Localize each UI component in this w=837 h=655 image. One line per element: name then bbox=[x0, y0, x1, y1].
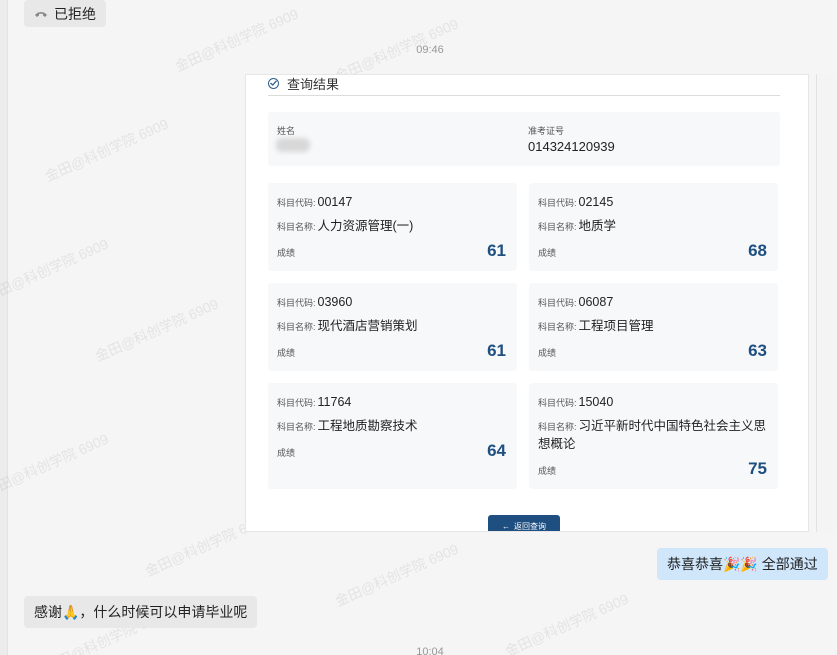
subject-name: 人力资源管理(一) bbox=[317, 219, 414, 233]
ticket-value: 014324120939 bbox=[528, 139, 615, 154]
score-label: 成绩 bbox=[277, 248, 296, 258]
result-card-image[interactable]: 查询结果 姓名 准考证号 014324120939 科目代码: 00147 科目名… bbox=[245, 74, 809, 532]
subject-label: 科目名称: bbox=[277, 322, 316, 332]
watermark: 金田@科创学院 6909 bbox=[42, 115, 171, 185]
card-side-panel bbox=[816, 74, 837, 532]
subject-name: 工程地质勘察技术 bbox=[317, 419, 418, 433]
subject-card: 科目代码: 15040 科目名称: 习近平新时代中国特色社会主义思想概论 成绩 75 bbox=[529, 383, 778, 489]
watermark: 金田@科创学院 6909 bbox=[172, 5, 301, 75]
score-value: 68 bbox=[748, 241, 767, 260]
subject-name: 现代酒店营销策划 bbox=[317, 319, 418, 333]
subject-label: 科目名称: bbox=[538, 322, 577, 332]
timestamp: 10:04 bbox=[416, 646, 444, 655]
score-value: 61 bbox=[487, 341, 506, 360]
card-title: 查询结果 bbox=[287, 76, 340, 92]
subject-card: 科目代码: 00147 科目名称: 人力资源管理(一) 成绩 61 bbox=[268, 183, 517, 271]
blurred-name bbox=[276, 138, 310, 152]
back-button-label: 返回查询 bbox=[514, 521, 546, 531]
code-label: 科目代码: bbox=[277, 398, 316, 408]
sent-message-bubble[interactable]: 恭喜恭喜🎉🎉 全部通过 bbox=[657, 548, 828, 580]
score-value: 75 bbox=[748, 459, 767, 478]
score-label: 成绩 bbox=[277, 448, 296, 458]
score-value: 61 bbox=[487, 241, 506, 260]
subject-label: 科目名称: bbox=[277, 422, 316, 432]
rejected-call-bubble[interactable]: 已拒绝 bbox=[24, 0, 106, 27]
card-header: 查询结果 bbox=[268, 75, 780, 96]
received-message-text: 感谢🙏，什么时候可以申请毕业呢 bbox=[34, 604, 248, 620]
subject-card: 科目代码: 02145 科目名称: 地质学 成绩 68 bbox=[529, 183, 778, 271]
score-label: 成绩 bbox=[538, 248, 557, 258]
score-value: 64 bbox=[487, 441, 506, 460]
subject-name: 工程项目管理 bbox=[578, 319, 654, 333]
name-label: 姓名 bbox=[277, 126, 296, 136]
candidate-info: 姓名 准考证号 014324120939 bbox=[268, 112, 780, 166]
phone-hangup-icon bbox=[34, 9, 48, 19]
subject-card: 科目代码: 06087 科目名称: 工程项目管理 成绩 63 bbox=[529, 283, 778, 371]
sent-message-text: 恭喜恭喜🎉🎉 全部通过 bbox=[667, 556, 818, 572]
watermark: 金田@科创学院 6909 bbox=[0, 235, 111, 305]
subject-code: 06087 bbox=[578, 295, 614, 309]
watermark: 金田@科创学院 6909 bbox=[332, 540, 461, 610]
score-value: 63 bbox=[748, 341, 767, 360]
subject-label: 科目名称: bbox=[277, 222, 316, 232]
subject-code: 03960 bbox=[317, 295, 353, 309]
subject-code: 02145 bbox=[578, 195, 614, 209]
arrow-left-icon: ← bbox=[502, 521, 510, 531]
subject-label: 科目名称: bbox=[538, 222, 577, 232]
subject-code: 15040 bbox=[578, 395, 614, 409]
score-label: 成绩 bbox=[277, 348, 296, 358]
rejected-label: 已拒绝 bbox=[54, 5, 96, 22]
back-to-query-button[interactable]: ← 返回查询 bbox=[488, 515, 560, 531]
score-label: 成绩 bbox=[538, 348, 557, 358]
subject-label: 科目名称: bbox=[538, 422, 577, 432]
code-label: 科目代码: bbox=[538, 198, 577, 208]
subject-card: 科目代码: 03960 科目名称: 现代酒店营销策划 成绩 61 bbox=[268, 283, 517, 371]
subject-name: 地质学 bbox=[578, 219, 617, 233]
check-circle-icon bbox=[268, 77, 279, 89]
left-panel-edge bbox=[0, 0, 8, 655]
ticket-label: 准考证号 bbox=[528, 126, 565, 136]
code-label: 科目代码: bbox=[277, 198, 316, 208]
code-label: 科目代码: bbox=[277, 298, 316, 308]
score-label: 成绩 bbox=[538, 466, 557, 476]
watermark: 金田@科创学院 6909 bbox=[92, 295, 221, 365]
timestamp: 09:46 bbox=[416, 44, 444, 56]
code-label: 科目代码: bbox=[538, 398, 577, 408]
code-label: 科目代码: bbox=[538, 298, 577, 308]
watermark: 金田@科创学院 6909 bbox=[0, 430, 111, 500]
subject-code: 11764 bbox=[317, 395, 352, 409]
received-message-bubble[interactable]: 感谢🙏，什么时候可以申请毕业呢 bbox=[24, 596, 258, 628]
subject-card: 科目代码: 11764 科目名称: 工程地质勘察技术 成绩 64 bbox=[268, 383, 517, 489]
subject-code: 00147 bbox=[317, 195, 353, 209]
